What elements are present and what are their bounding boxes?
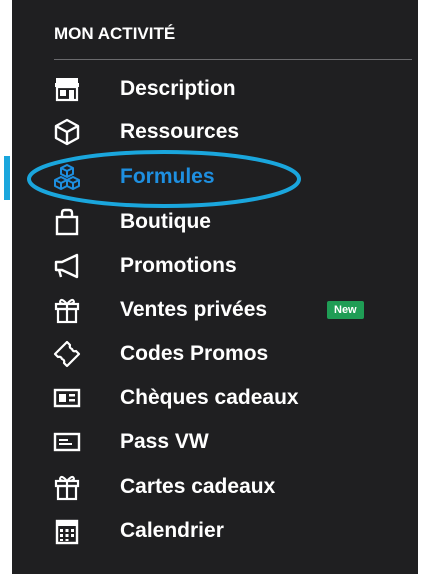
gift-card-icon — [52, 472, 82, 502]
shopping-bag-icon — [52, 207, 82, 237]
voucher-card-icon — [52, 383, 82, 413]
menu-item-label: Codes Promos — [120, 342, 269, 365]
section-title: MON ACTIVITÉ — [54, 24, 176, 43]
menu-item-label: Formules — [120, 165, 215, 188]
ticket-icon — [52, 339, 82, 369]
pass-card-icon — [52, 427, 82, 457]
menu-item-label: Chèques cadeaux — [120, 386, 299, 409]
activity-menu-panel: MON ACTIVITÉ Description Ressources Form… — [12, 0, 418, 574]
menu-item-label: Pass VW — [120, 430, 209, 453]
menu-item-label: Boutique — [120, 210, 211, 233]
menu-item-ressources[interactable]: Ressources — [12, 112, 418, 152]
cube-icon — [52, 117, 82, 147]
menu-item-formules[interactable]: Formules — [12, 157, 418, 197]
menu-item-label: Calendrier — [120, 519, 224, 542]
menu-item-label: Promotions — [120, 254, 237, 277]
menu-item-label: Cartes cadeaux — [120, 475, 276, 498]
menu-item-codes-promos[interactable]: Codes Promos — [12, 334, 418, 374]
megaphone-icon — [52, 251, 82, 281]
active-indicator-bar — [4, 156, 10, 200]
menu-item-boutique[interactable]: Boutique — [12, 202, 418, 242]
menu-item-calendrier[interactable]: Calendrier — [12, 511, 418, 551]
menu-item-label: Description — [120, 77, 236, 100]
storefront-icon — [52, 74, 82, 104]
gift-icon — [52, 295, 82, 325]
calendar-icon — [52, 516, 82, 546]
menu-item-label: Ressources — [120, 120, 240, 143]
section-divider — [54, 59, 412, 60]
menu-item-cartes-cadeaux[interactable]: Cartes cadeaux — [12, 467, 418, 507]
menu-item-pass-vw[interactable]: Pass VW — [12, 422, 418, 462]
cubes-icon — [52, 162, 82, 192]
menu-item-description[interactable]: Description — [12, 69, 418, 109]
menu-item-ventes-privees[interactable]: Ventes privées New — [12, 290, 418, 330]
menu-item-promotions[interactable]: Promotions — [12, 246, 418, 286]
new-badge: New — [327, 301, 364, 319]
menu-item-cheques-cadeaux[interactable]: Chèques cadeaux — [12, 378, 418, 418]
menu-item-label: Ventes privées — [120, 298, 268, 321]
